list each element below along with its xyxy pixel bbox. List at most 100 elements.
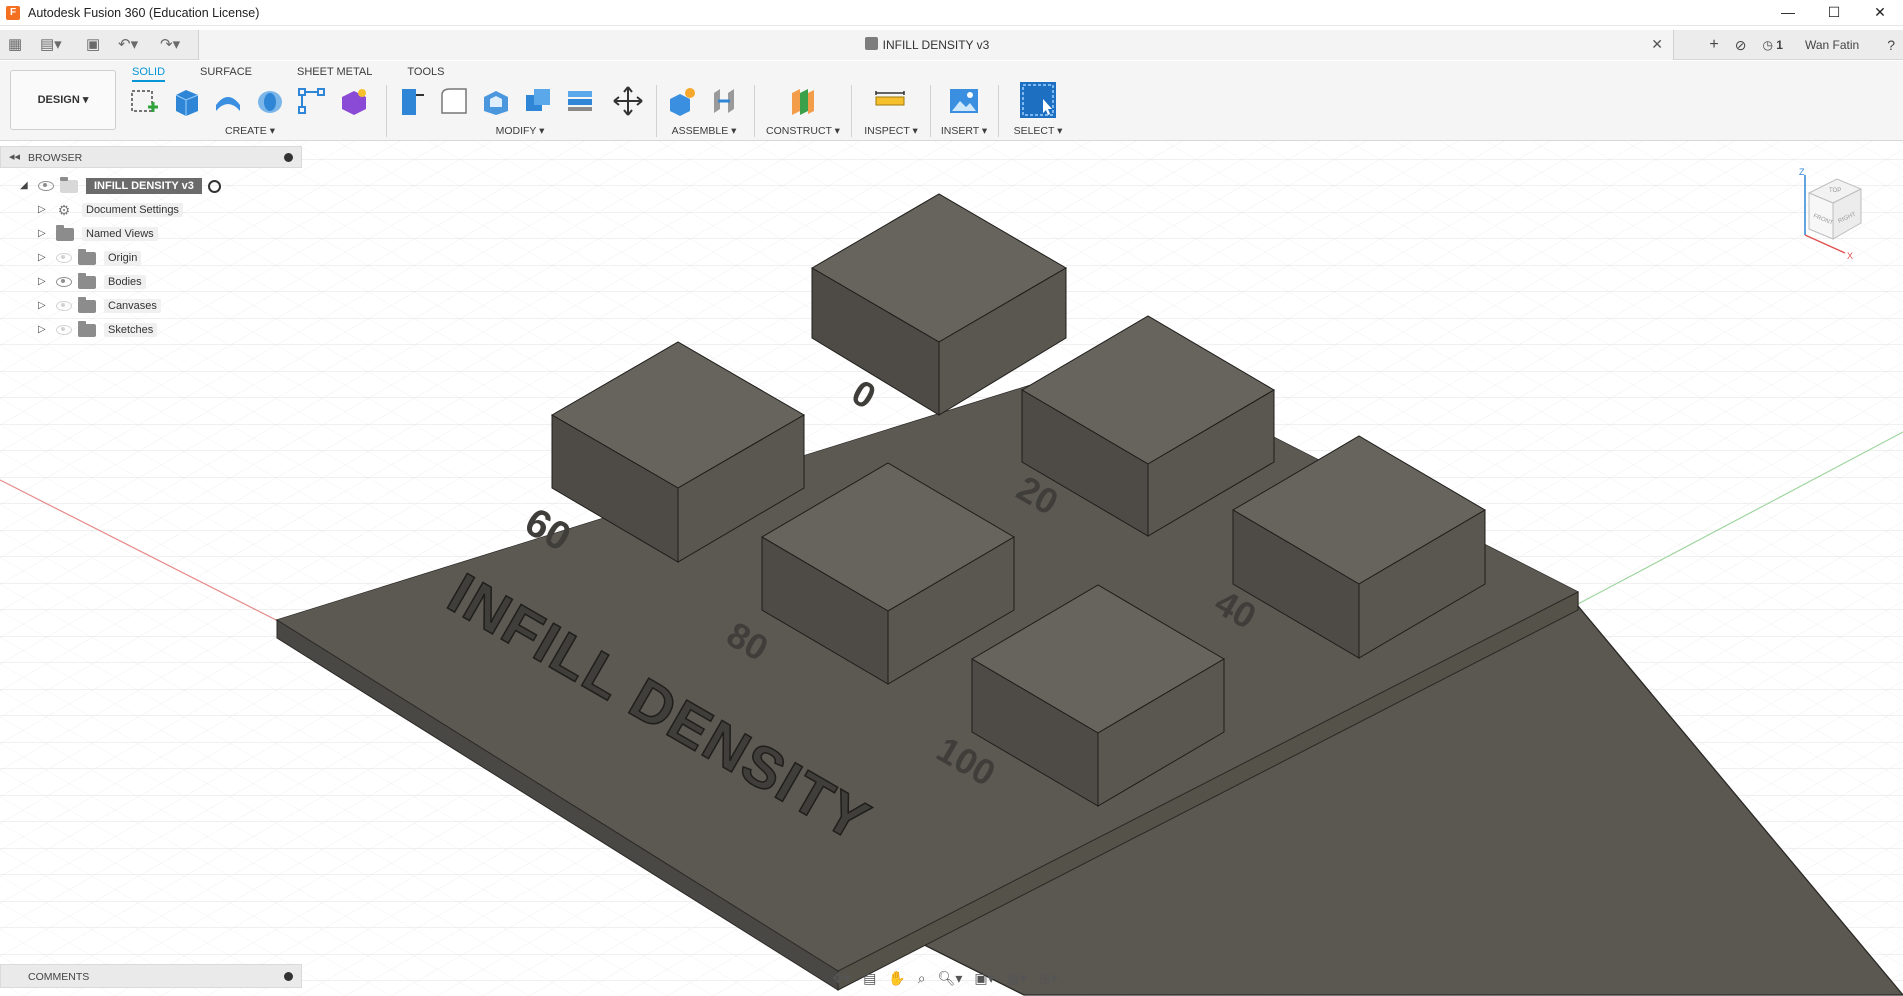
grid-settings-icon[interactable]: ▦▾ <box>1007 970 1027 987</box>
viewcube-z-label: Z <box>1799 167 1805 177</box>
close-window-icon[interactable]: ✕ <box>1857 0 1903 26</box>
tab-solid[interactable]: SOLID <box>132 64 166 82</box>
pan-icon[interactable]: ✋ <box>888 970 905 987</box>
fusion-logo-icon: F <box>6 5 20 20</box>
expand-arrow-icon[interactable]: ▷ <box>38 277 48 287</box>
file-menu-icon[interactable]: ▤▾ <box>40 36 62 54</box>
browser-panel: ◂◂ BROWSER ◢ INFILL DENSITY v3 ▷ ⚙ Docum… <box>0 146 302 346</box>
pattern-icon[interactable] <box>296 85 328 117</box>
tree-root[interactable]: ◢ INFILL DENSITY v3 <box>20 176 221 196</box>
job-status-icon[interactable]: ◷ 1 <box>1762 38 1783 52</box>
sweep-icon[interactable] <box>212 85 244 117</box>
tab-tools[interactable]: TOOLS <box>407 64 444 82</box>
folder-icon <box>78 296 96 313</box>
save-icon[interactable]: ▣ <box>86 36 100 54</box>
activate-radio-icon[interactable] <box>207 179 221 193</box>
press-pull-icon[interactable] <box>396 85 428 117</box>
expand-arrow-icon[interactable]: ▷ <box>38 253 48 263</box>
close-tab-icon[interactable]: ✕ <box>1651 36 1663 53</box>
select-menu[interactable]: SELECT ▾ <box>1008 125 1068 137</box>
extensions-icon[interactable]: ⊘ <box>1735 37 1747 54</box>
tree-root-label: INFILL DENSITY v3 <box>86 178 202 194</box>
comments-panel[interactable]: COMMENTS <box>0 964 302 988</box>
expand-arrow-icon[interactable]: ▷ <box>38 229 48 239</box>
expand-arrow-icon[interactable]: ▷ <box>38 205 48 215</box>
folder-icon <box>56 224 74 241</box>
tree-item-label: Document Settings <box>82 203 183 217</box>
look-at-icon[interactable]: ▤ <box>863 970 876 987</box>
tab-sheet-metal[interactable]: SHEET METAL <box>297 64 372 82</box>
browser-header[interactable]: ◂◂ BROWSER <box>0 146 302 168</box>
fillet-icon[interactable] <box>438 85 470 117</box>
split-body-icon[interactable] <box>564 85 596 117</box>
tree-item-canvases[interactable]: ▷ Canvases <box>38 296 161 316</box>
app-grid-icon[interactable]: ▦ <box>8 36 22 54</box>
form-icon[interactable] <box>338 85 370 117</box>
new-tab-icon[interactable]: + <box>1709 36 1718 54</box>
modify-menu[interactable]: MODIFY ▾ <box>470 125 570 137</box>
notification-count: 1 <box>1776 38 1783 52</box>
expand-arrow-icon[interactable]: ▷ <box>38 325 48 335</box>
undo-icon[interactable]: ↶▾ <box>118 36 138 54</box>
tree-item-document-settings[interactable]: ▷ ⚙ Document Settings <box>38 200 183 220</box>
add-comment-icon[interactable] <box>284 972 293 981</box>
visibility-eye-icon[interactable] <box>56 253 72 263</box>
viewcube-top-label[interactable]: TOP <box>1829 188 1841 194</box>
insert-menu[interactable]: INSERT ▾ <box>934 125 994 137</box>
insert-image-icon[interactable] <box>948 85 980 117</box>
user-name[interactable]: Wan Fatin <box>1805 38 1859 52</box>
viewports-icon[interactable]: ⊞▾ <box>1039 970 1058 987</box>
assemble-menu[interactable]: ASSEMBLE ▾ <box>660 125 748 137</box>
minimize-icon[interactable]: — <box>1765 0 1811 26</box>
gear-icon: ⚙ <box>57 202 71 218</box>
expand-arrow-icon[interactable]: ▷ <box>38 301 48 311</box>
fit-icon[interactable]: 🔍︎▾ <box>938 970 963 987</box>
visibility-eye-icon[interactable] <box>56 301 72 311</box>
document-tab[interactable]: INFILL DENSITY v3 ✕ <box>198 30 1674 60</box>
tree-item-label: Canvases <box>104 299 161 313</box>
visibility-eye-icon[interactable] <box>56 325 72 335</box>
tree-item-bodies[interactable]: ▷ Bodies <box>38 272 146 292</box>
collapse-browser-icon[interactable]: ◂◂ <box>9 150 20 163</box>
extrude-icon[interactable] <box>170 85 202 117</box>
create-menu[interactable]: CREATE ▾ <box>200 125 300 137</box>
revolve-icon[interactable] <box>254 85 286 117</box>
collapse-arrow-icon[interactable]: ◢ <box>20 181 30 191</box>
create-sketch-icon[interactable] <box>128 85 160 117</box>
joint-icon[interactable] <box>708 85 740 117</box>
window-controls: — ☐ ✕ <box>1765 0 1903 26</box>
tree-item-label: Bodies <box>104 275 146 289</box>
move-icon[interactable] <box>612 85 644 117</box>
select-icon[interactable] <box>1019 81 1057 119</box>
browser-pin-icon[interactable] <box>284 153 293 162</box>
zoom-icon[interactable]: ⌕ <box>918 970 926 987</box>
display-settings-icon[interactable]: ▣▾ <box>974 970 994 987</box>
workspace-switcher[interactable]: DESIGN ▾ <box>10 70 116 130</box>
visibility-eye-icon[interactable] <box>56 277 72 287</box>
tree-item-origin[interactable]: ▷ Origin <box>38 248 142 268</box>
view-cube[interactable]: Z X TOP FRONT RIGHT <box>1795 165 1875 260</box>
comments-label: COMMENTS <box>28 971 90 983</box>
ribbon-separator <box>656 85 657 137</box>
window-title: Autodesk Fusion 360 (Education License) <box>28 5 260 20</box>
orbit-icon[interactable]: ✥▾ <box>832 970 851 987</box>
ribbon-separator <box>754 85 755 137</box>
help-icon[interactable]: ? <box>1887 37 1895 53</box>
combine-icon[interactable] <box>522 85 554 117</box>
ribbon-separator <box>851 85 852 137</box>
ribbon-tabs: SOLID SURFACE SHEET METAL TOOLS <box>132 64 444 82</box>
shell-icon[interactable] <box>480 85 512 117</box>
visibility-eye-icon[interactable] <box>38 181 54 191</box>
redo-icon[interactable]: ↷▾ <box>160 36 180 54</box>
tree-item-named-views[interactable]: ▷ Named Views <box>38 224 158 244</box>
new-component-icon[interactable] <box>666 85 698 117</box>
inspect-menu[interactable]: INSPECT ▾ <box>856 125 926 137</box>
tab-surface[interactable]: SURFACE <box>200 64 252 82</box>
measure-icon[interactable] <box>874 85 906 117</box>
tree-item-sketches[interactable]: ▷ Sketches <box>38 320 158 340</box>
construct-menu[interactable]: CONSTRUCT ▾ <box>760 125 846 137</box>
viewcube-x-label: X <box>1847 251 1853 260</box>
tree-item-label: Sketches <box>104 323 158 337</box>
maximize-icon[interactable]: ☐ <box>1811 0 1857 26</box>
offset-plane-icon[interactable] <box>786 85 818 117</box>
